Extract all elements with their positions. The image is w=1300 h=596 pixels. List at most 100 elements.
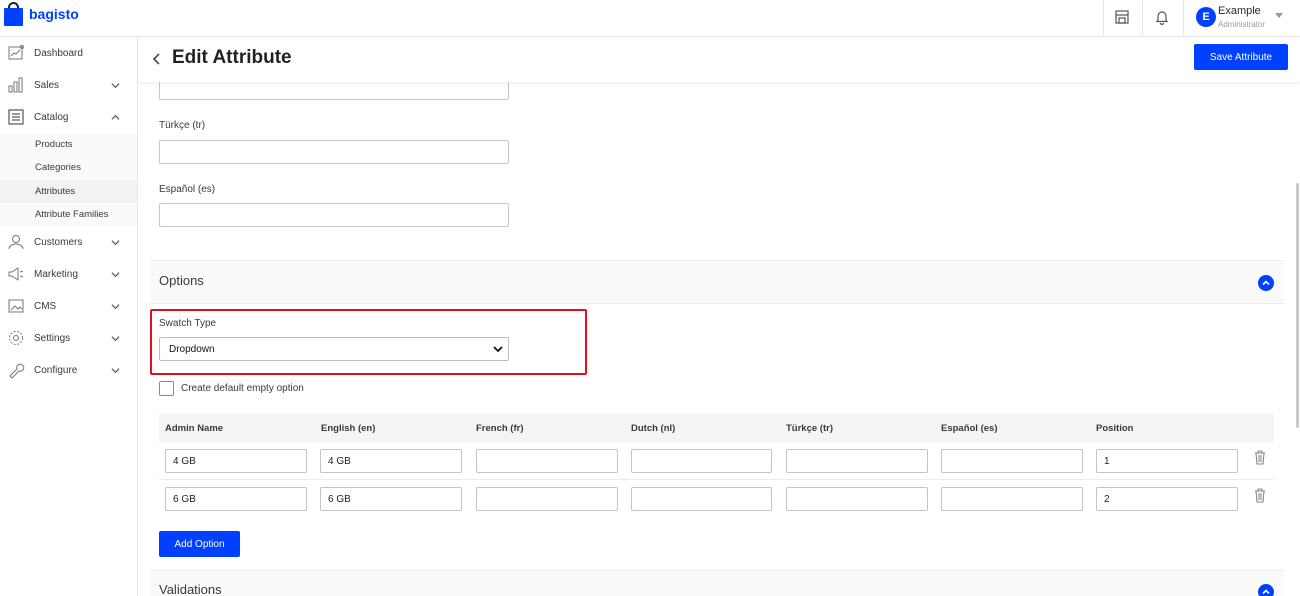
locale-input-partial[interactable] — [159, 82, 509, 100]
sidebar-item-label: Sales — [34, 79, 60, 91]
sidebar-item-settings[interactable]: Settings — [0, 322, 137, 354]
option-spanish-input[interactable] — [941, 449, 1083, 473]
chevron-down-icon — [111, 335, 120, 341]
option-turkish-input[interactable] — [786, 487, 928, 511]
dashboard-icon — [8, 45, 24, 60]
sidebar-subitem-attributes[interactable]: Attributes — [0, 180, 137, 203]
validations-section-header[interactable]: Validations — [150, 570, 1284, 596]
sidebar-subitem-label: Attribute Families — [35, 209, 109, 220]
sidebar-item-label: Catalog — [34, 111, 69, 123]
options-table-header: Admin Name English (en) French (fr) Dutc… — [159, 414, 1274, 442]
sidebar-item-label: Dashboard — [34, 47, 83, 59]
top-bar: bagisto E Example Administrator — [0, 0, 1300, 37]
sidebar-item-configure[interactable]: Configure — [0, 354, 137, 386]
column-header: Dutch (nl) — [631, 423, 676, 434]
sidebar-subitem-label: Products — [35, 139, 73, 150]
sidebar-item-label: Configure — [34, 364, 78, 376]
page-title: Edit Attribute — [172, 47, 292, 68]
spanish-label: Español (es) — [159, 184, 216, 195]
chevron-down-icon — [111, 239, 120, 245]
main-content: Türkçe (tr) Español (es) Options Swatch … — [138, 82, 1298, 596]
catalog-icon — [8, 109, 24, 125]
sidebar-subitem-categories[interactable]: Categories — [0, 156, 137, 179]
sidebar-item-label: Customers — [34, 236, 83, 248]
logo[interactable]: bagisto — [4, 2, 79, 26]
column-header: French (fr) — [476, 423, 524, 434]
chevron-down-icon[interactable] — [1275, 13, 1283, 18]
empty-option-checkbox[interactable] — [159, 381, 174, 396]
configure-icon — [9, 363, 25, 379]
bag-logo-icon — [4, 2, 23, 26]
swatch-type-label: Swatch Type — [159, 318, 217, 329]
turkish-label: Türkçe (tr) — [159, 120, 206, 131]
customers-icon — [8, 235, 24, 250]
chevron-down-icon — [111, 303, 120, 309]
divider — [1103, 0, 1104, 36]
marketing-icon — [8, 267, 24, 281]
option-admin-name-input[interactable]: 6 GB — [165, 487, 307, 511]
sidebar-subitem-label: Categories — [35, 162, 81, 173]
option-position-input[interactable]: 2 — [1096, 487, 1238, 511]
cms-icon — [8, 299, 24, 313]
avatar[interactable]: E — [1196, 7, 1216, 27]
divider — [1142, 0, 1143, 36]
sidebar-item-dashboard[interactable]: Dashboard — [0, 37, 137, 69]
sidebar-item-catalog[interactable]: Catalog — [0, 101, 137, 133]
save-attribute-button[interactable]: Save Attribute — [1194, 44, 1288, 70]
option-french-input[interactable] — [476, 487, 618, 511]
back-arrow-icon[interactable] — [150, 51, 164, 67]
option-admin-name-input[interactable]: 4 GB — [165, 449, 307, 473]
validations-title: Validations — [159, 582, 222, 596]
trash-icon[interactable] — [1253, 487, 1267, 503]
row-divider — [159, 479, 1274, 480]
option-dutch-input[interactable] — [631, 449, 772, 473]
add-option-button[interactable]: Add Option — [159, 531, 240, 557]
options-section-header[interactable]: Options — [150, 260, 1284, 304]
chevron-down-icon — [111, 367, 120, 373]
user-name[interactable]: Example — [1218, 5, 1261, 17]
column-header: Admin Name — [165, 423, 224, 434]
page-scrollbar[interactable] — [1296, 183, 1299, 428]
chevron-down-icon — [111, 82, 120, 88]
sidebar-item-label: Marketing — [34, 268, 78, 280]
sales-icon — [8, 77, 23, 93]
page-header: Edit Attribute Save Attribute — [138, 37, 1300, 82]
swatch-type-select[interactable]: Dropdown — [159, 337, 509, 361]
trash-icon[interactable] — [1253, 449, 1267, 465]
sidebar-item-customers[interactable]: Customers — [0, 226, 137, 258]
swatch-type-value: Dropdown — [169, 343, 215, 355]
column-header: Türkçe (tr) — [786, 423, 833, 434]
sidebar-subitem-attribute-families[interactable]: Attribute Families — [0, 203, 137, 226]
bell-icon[interactable] — [1151, 6, 1173, 28]
column-header: English (en) — [321, 423, 376, 434]
settings-icon — [9, 331, 23, 345]
collapse-up-icon[interactable] — [1258, 275, 1274, 291]
column-header: Español (es) — [941, 423, 998, 434]
option-turkish-input[interactable] — [786, 449, 928, 473]
spanish-name-input[interactable] — [159, 203, 509, 227]
sidebar-item-marketing[interactable]: Marketing — [0, 258, 137, 290]
turkish-name-input[interactable] — [159, 140, 509, 164]
sidebar-subitem-label: Attributes — [35, 186, 76, 197]
option-english-input[interactable]: 4 GB — [320, 449, 462, 473]
option-french-input[interactable] — [476, 449, 618, 473]
column-header: Position — [1096, 423, 1134, 434]
logo-text: bagisto — [29, 6, 79, 22]
options-title: Options — [159, 273, 204, 288]
sidebar-item-cms[interactable]: CMS — [0, 290, 137, 322]
chevron-up-icon — [111, 114, 120, 120]
sidebar-subitem-products[interactable]: Products — [0, 133, 137, 156]
chevron-down-icon — [493, 346, 503, 353]
sidebar-item-label: CMS — [34, 300, 57, 312]
divider — [1183, 0, 1184, 36]
option-dutch-input[interactable] — [631, 487, 772, 511]
user-role: Administrator — [1218, 20, 1266, 29]
option-position-input[interactable]: 1 — [1096, 449, 1238, 473]
storefront-icon[interactable] — [1111, 6, 1133, 28]
chevron-down-icon — [111, 271, 120, 277]
option-english-input[interactable]: 6 GB — [320, 487, 462, 511]
sidebar-item-sales[interactable]: Sales — [0, 69, 137, 101]
option-spanish-input[interactable] — [941, 487, 1083, 511]
collapse-up-icon[interactable] — [1258, 584, 1274, 596]
sidebar: Dashboard Sales Catalog Products Categor… — [0, 37, 138, 596]
